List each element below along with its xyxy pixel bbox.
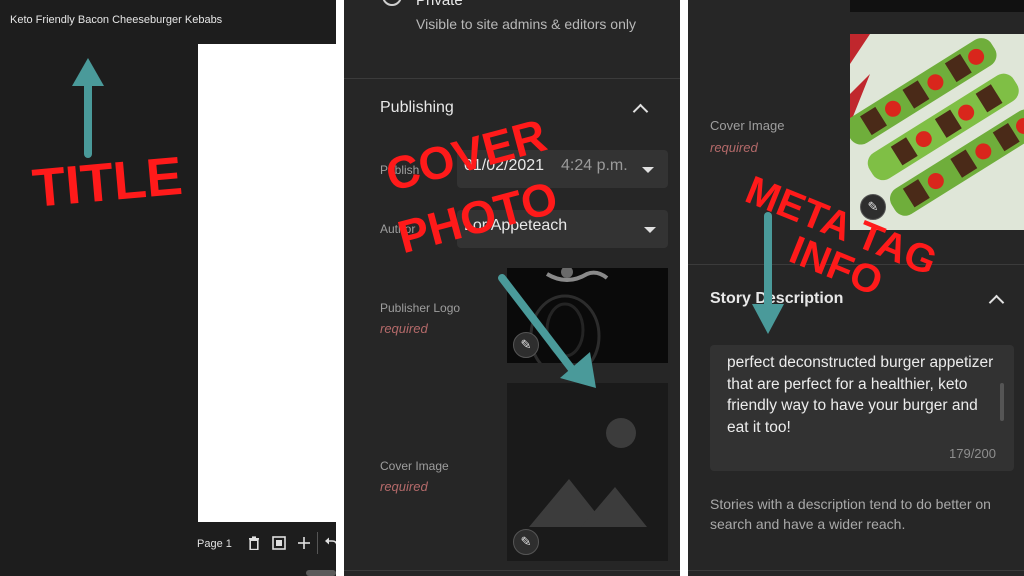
publisher-logo-image[interactable]: ✎ <box>507 268 668 363</box>
add-icon[interactable] <box>295 534 313 552</box>
chevron-up-icon[interactable] <box>632 103 649 120</box>
trash-icon[interactable] <box>245 534 263 552</box>
publishing-panel: Private Visible to site admins & editors… <box>344 0 680 576</box>
character-count: 179/200 <box>949 446 996 461</box>
section-divider <box>344 78 680 79</box>
page-canvas[interactable] <box>198 44 336 522</box>
cover-image-placeholder[interactable]: ✎ <box>507 383 668 561</box>
publishing-section-title[interactable]: Publishing <box>380 99 454 117</box>
edit-pencil-icon[interactable]: ✎ <box>513 529 539 555</box>
annotation-title: TITLE <box>30 145 185 219</box>
cover-image-label: Cover Image <box>380 459 449 473</box>
publisher-logo-label: Publisher Logo <box>380 301 461 315</box>
caret-down-icon <box>644 227 656 233</box>
section-divider <box>344 570 680 571</box>
chevron-up-icon[interactable] <box>988 294 1005 311</box>
cover-image-required: required <box>710 140 758 155</box>
cover-image-photo[interactable]: ✎ <box>850 34 1024 230</box>
undo-icon[interactable] <box>322 534 336 552</box>
image-thumbnail <box>850 0 1024 12</box>
page-label: Page 1 <box>197 538 232 550</box>
duplicate-icon[interactable] <box>270 534 288 552</box>
description-help-text: Stories with a description tend to do be… <box>710 496 991 532</box>
story-title[interactable]: Keto Friendly Bacon Cheeseburger Kebabs <box>10 14 222 26</box>
story-description-title[interactable]: Story Description <box>710 290 843 308</box>
cover-image-label: Cover Image <box>710 118 785 133</box>
section-divider <box>688 570 1024 571</box>
publisher-logo-required: required <box>380 321 428 336</box>
story-description-text: perfect deconstructed burger appetizer t… <box>727 354 994 436</box>
caret-down-icon <box>642 167 654 173</box>
private-label: Private <box>416 0 463 9</box>
edit-pencil-icon[interactable]: ✎ <box>513 332 539 358</box>
private-radio[interactable] <box>382 0 402 6</box>
textarea-scrollbar[interactable] <box>1000 383 1004 421</box>
horizontal-scrollbar[interactable] <box>306 570 336 576</box>
private-description: Visible to site admins & editors only <box>416 16 636 32</box>
story-description-textarea[interactable]: perfect deconstructed burger appetizer t… <box>710 345 1014 471</box>
publish-time: 4:24 p.m. <box>561 157 628 174</box>
editor-panel: Keto Friendly Bacon Cheeseburger Kebabs … <box>0 0 336 576</box>
cover-image-required: required <box>380 479 428 494</box>
toolbar-divider <box>317 532 318 554</box>
